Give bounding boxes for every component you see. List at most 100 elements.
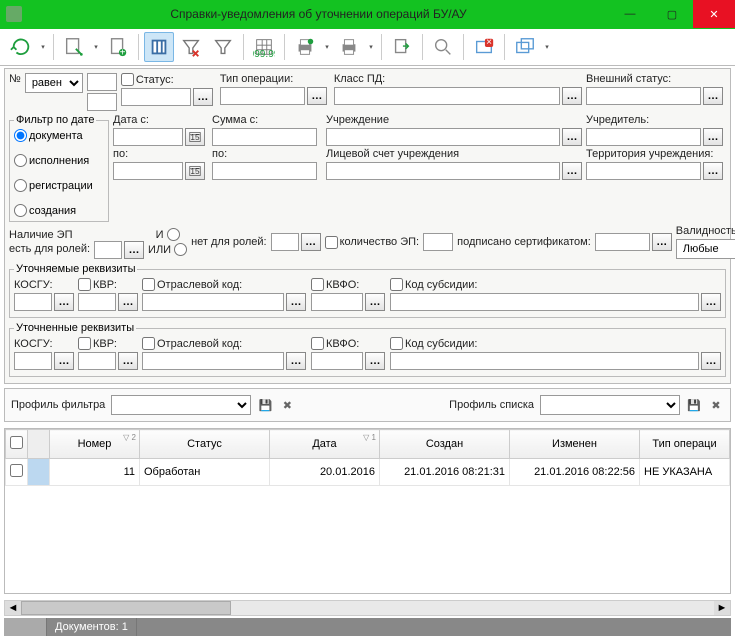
kosgu-input[interactable] <box>14 293 52 311</box>
print-green-icon[interactable] <box>290 32 320 62</box>
sum-to-input[interactable] <box>212 162 317 180</box>
columns-icon[interactable] <box>144 32 174 62</box>
col-changed[interactable]: Изменен <box>510 430 640 459</box>
date-filter-reg-radio[interactable] <box>14 179 27 192</box>
founder-lookup-button[interactable]: … <box>703 128 723 146</box>
ep-count-input[interactable] <box>423 233 453 251</box>
grid-check-header[interactable] <box>6 430 28 459</box>
status-lookup-button[interactable]: … <box>193 88 213 106</box>
kosgu2-lookup-button[interactable]: … <box>54 352 74 370</box>
subsidy2-input[interactable] <box>390 352 699 370</box>
subsidy-lookup-button[interactable]: … <box>701 293 721 311</box>
kvr-check[interactable] <box>78 278 91 291</box>
select-all-check[interactable] <box>10 436 23 449</box>
date-filter-exec-radio[interactable] <box>14 154 27 167</box>
number-input-2[interactable] <box>87 93 117 111</box>
scroll-left-icon[interactable]: ◄ <box>5 601 21 615</box>
table-row[interactable]: 11 Обработан 20.01.2016 21.01.2016 08:21… <box>6 459 730 486</box>
number-op-select[interactable]: равен <box>25 73 83 93</box>
row-selector[interactable] <box>28 459 50 486</box>
ep-validity-select[interactable]: Любые <box>676 239 735 259</box>
scroll-thumb[interactable] <box>21 601 231 615</box>
date-from-input[interactable] <box>113 128 183 146</box>
horizontal-scrollbar[interactable]: ◄ ► <box>4 600 731 616</box>
dropdown-icon[interactable]: ▾ <box>91 43 101 51</box>
minimize-button[interactable]: — <box>609 0 651 28</box>
branch-check[interactable] <box>142 278 155 291</box>
branch-lookup-button[interactable]: … <box>286 293 306 311</box>
ext-status-lookup-button[interactable]: … <box>703 87 723 105</box>
windows-icon[interactable] <box>510 32 540 62</box>
kvr-input[interactable] <box>78 293 116 311</box>
calendar-icon[interactable]: 15 <box>185 162 205 180</box>
ep-has-roles-lookup-button[interactable]: … <box>124 241 144 259</box>
ep-has-roles-input[interactable] <box>94 241 122 259</box>
kosgu2-input[interactable] <box>14 352 52 370</box>
kvr2-lookup-button[interactable]: … <box>118 352 138 370</box>
signed-cert-input[interactable] <box>595 233 650 251</box>
search-icon[interactable] <box>428 32 458 62</box>
account-lookup-button[interactable]: … <box>562 162 582 180</box>
print-icon[interactable] <box>334 32 364 62</box>
kvr2-check[interactable] <box>78 337 91 350</box>
close-button[interactable]: ✕ <box>693 0 735 28</box>
kvfo2-lookup-button[interactable]: … <box>365 352 385 370</box>
founder-input[interactable] <box>586 128 701 146</box>
save-icon[interactable]: 💾 <box>686 397 702 413</box>
institution-lookup-button[interactable]: … <box>562 128 582 146</box>
dropdown-icon[interactable]: ▾ <box>322 43 332 51</box>
ep-no-roles-lookup-button[interactable]: … <box>301 233 321 251</box>
date-filter-create-radio[interactable] <box>14 204 27 217</box>
kvfo2-input[interactable] <box>311 352 363 370</box>
branch2-input[interactable] <box>142 352 284 370</box>
date-to-input[interactable] <box>113 162 183 180</box>
subsidy2-check[interactable] <box>390 337 403 350</box>
class-pd-lookup-button[interactable]: … <box>562 87 582 105</box>
kvr-lookup-button[interactable]: … <box>118 293 138 311</box>
dropdown-icon[interactable]: ▾ <box>542 43 552 51</box>
class-pd-input[interactable] <box>334 87 560 105</box>
number-input[interactable] <box>87 73 117 91</box>
col-op-type[interactable]: Тип операци <box>640 430 730 459</box>
op-type-input[interactable] <box>220 87 305 105</box>
subsidy-input[interactable] <box>390 293 699 311</box>
delete-icon[interactable]: ✖ <box>279 397 295 413</box>
edit-icon[interactable] <box>59 32 89 62</box>
col-date[interactable]: Дата▽ 1 <box>270 430 380 459</box>
scroll-right-icon[interactable]: ► <box>714 601 730 615</box>
territory-lookup-button[interactable]: … <box>703 162 723 180</box>
status-input[interactable] <box>121 88 191 106</box>
export-icon[interactable] <box>387 32 417 62</box>
branch-input[interactable] <box>142 293 284 311</box>
grid-icon[interactable]: 999.99 <box>249 32 279 62</box>
ep-count-check[interactable] <box>325 236 338 249</box>
col-created[interactable]: Создан <box>380 430 510 459</box>
branch2-lookup-button[interactable]: … <box>286 352 306 370</box>
dropdown-icon[interactable]: ▾ <box>38 43 48 51</box>
list-profile-select[interactable] <box>540 395 680 415</box>
account-input[interactable] <box>326 162 560 180</box>
date-filter-doc-radio[interactable] <box>14 129 27 142</box>
kvr2-input[interactable] <box>78 352 116 370</box>
close-panel-icon[interactable]: × <box>469 32 499 62</box>
signed-cert-lookup-button[interactable]: … <box>652 233 672 251</box>
territory-input[interactable] <box>586 162 701 180</box>
ep-no-roles-input[interactable] <box>271 233 299 251</box>
institution-input[interactable] <box>326 128 560 146</box>
col-number[interactable]: Номер▽ 2 <box>50 430 140 459</box>
kvfo-check[interactable] <box>311 278 324 291</box>
filter-profile-select[interactable] <box>111 395 251 415</box>
kvfo-input[interactable] <box>311 293 363 311</box>
and-radio[interactable] <box>167 228 180 241</box>
delete-icon[interactable]: ✖ <box>708 397 724 413</box>
filter-icon[interactable] <box>208 32 238 62</box>
or-radio[interactable] <box>174 243 187 256</box>
kvfo2-check[interactable] <box>311 337 324 350</box>
save-icon[interactable]: 💾 <box>257 397 273 413</box>
status-check[interactable] <box>121 73 134 86</box>
op-type-lookup-button[interactable]: … <box>307 87 327 105</box>
subsidy-check[interactable] <box>390 278 403 291</box>
refresh-icon[interactable] <box>6 32 36 62</box>
subsidy2-lookup-button[interactable]: … <box>701 352 721 370</box>
kvfo-lookup-button[interactable]: … <box>365 293 385 311</box>
